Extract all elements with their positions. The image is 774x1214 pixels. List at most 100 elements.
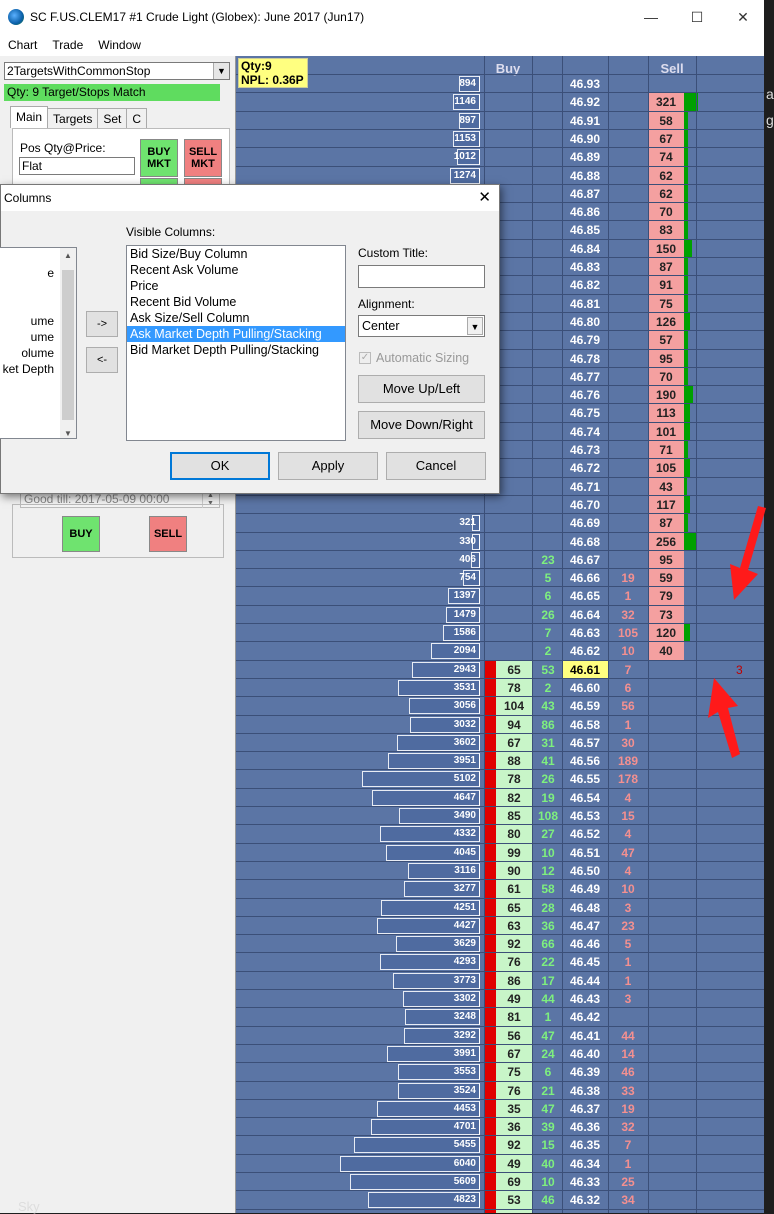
price-cell[interactable]: 46.36 — [562, 1118, 608, 1136]
price-cell[interactable]: 46.87 — [562, 185, 608, 203]
price-cell[interactable]: 46.37 — [562, 1100, 608, 1118]
sell-size-cell[interactable]: 79 — [648, 587, 684, 606]
ask-row[interactable]: 894 46.93 — [236, 74, 764, 92]
bid-row[interactable]: 4251 65 28 46.48 3 — [236, 897, 764, 917]
ask-row[interactable]: 1397 46.65 79 6 1 — [236, 586, 764, 606]
chevron-down-icon[interactable]: ▼ — [213, 63, 229, 79]
cancel-button[interactable]: Cancel — [386, 452, 486, 480]
buy-size-cell[interactable]: 92 — [496, 1136, 532, 1155]
price-cell[interactable]: 46.32 — [562, 1191, 608, 1209]
price-cell[interactable]: 46.43 — [562, 990, 608, 1008]
sell-size-cell[interactable]: 117 — [648, 495, 684, 514]
sell-size-cell[interactable]: 101 — [648, 422, 684, 441]
alignment-select[interactable]: Center ▼ — [358, 315, 485, 337]
price-cell[interactable]: 46.86 — [562, 203, 608, 221]
visible-column-item[interactable]: Bid Market Depth Pulling/Stacking — [127, 342, 345, 358]
buy-size-cell[interactable]: 67 — [496, 1044, 532, 1063]
sell-size-cell[interactable]: 150 — [648, 239, 684, 258]
buy-size-cell[interactable]: 35 — [496, 1099, 532, 1118]
sell-size-cell[interactable]: 70 — [648, 203, 684, 222]
buy-size-cell[interactable]: 86 — [496, 971, 532, 990]
buy-size-cell[interactable]: 90 — [496, 861, 532, 880]
chevron-down-icon[interactable]: ▼ — [60, 429, 76, 438]
visible-column-item[interactable]: Price — [127, 278, 345, 294]
buy-size-cell[interactable]: 104 — [496, 697, 532, 716]
sell-size-cell[interactable]: 190 — [648, 386, 684, 405]
buy-size-cell[interactable]: 53 — [496, 1191, 532, 1210]
price-cell[interactable]: 46.71 — [562, 478, 608, 496]
available-columns-list[interactable]: e ume ume olume ket Depth ▲ ▼ — [0, 247, 77, 439]
chevron-up-icon[interactable]: ▲ — [60, 248, 76, 264]
list-item[interactable]: ket Depth — [3, 362, 54, 376]
price-cell[interactable]: 46.92 — [562, 93, 608, 111]
bid-row[interactable]: 3524 76 21 46.38 33 — [236, 1080, 764, 1100]
buy-size-cell[interactable]: 56 — [496, 1026, 532, 1045]
sell-button[interactable]: SELL — [149, 516, 187, 552]
buy-size-cell[interactable]: 92 — [496, 935, 532, 954]
list-item[interactable]: olume — [21, 346, 54, 360]
ask-row[interactable]: 1479 46.64 73 26 32 — [236, 604, 764, 624]
sell-size-cell[interactable]: 91 — [648, 276, 684, 295]
bid-row[interactable]: 3490 85 108 46.53 15 — [236, 806, 764, 825]
sell-size-cell[interactable]: 67 — [648, 129, 684, 148]
price-cell[interactable]: 46.42 — [562, 1008, 608, 1026]
visible-column-item[interactable]: Recent Ask Volume — [127, 262, 345, 278]
tab-main[interactable]: Main — [10, 106, 49, 128]
sell-size-cell[interactable]: 43 — [648, 477, 684, 496]
price-cell[interactable]: 46.31 — [562, 1210, 608, 1213]
bid-row[interactable]: 3951 88 41 46.56 189 — [236, 751, 764, 771]
price-cell[interactable]: 46.66 — [562, 569, 608, 587]
price-cell[interactable]: 46.60 — [562, 679, 608, 697]
price-cell[interactable]: 46.78 — [562, 350, 608, 368]
price-cell[interactable]: 46.75 — [562, 404, 608, 422]
buy-size-cell[interactable]: 88 — [496, 752, 532, 771]
price-cell[interactable]: 46.83 — [562, 258, 608, 276]
bid-row[interactable]: 4045 99 10 46.51 47 — [236, 842, 764, 862]
bid-row[interactable]: 3277 61 58 46.49 10 — [236, 879, 764, 899]
add-column-button[interactable]: -> — [86, 311, 118, 337]
price-cell[interactable]: 46.40 — [562, 1045, 608, 1063]
sell-size-cell[interactable]: 321 — [648, 93, 684, 112]
buy-size-cell[interactable]: 85 — [496, 807, 532, 825]
price-cell[interactable]: 46.79 — [562, 331, 608, 349]
bid-row[interactable]: 3116 90 12 46.50 4 — [236, 860, 764, 880]
bid-row[interactable]: 5455 92 15 46.35 7 — [236, 1135, 764, 1155]
buy-size-cell[interactable]: 49 — [496, 990, 532, 1008]
buy-size-cell[interactable]: 63 — [496, 916, 532, 935]
bid-row[interactable]: 3773 86 17 46.44 1 — [236, 970, 764, 990]
price-cell[interactable]: 46.93 — [562, 75, 608, 93]
price-cell[interactable]: 46.67 — [562, 551, 608, 569]
price-cell[interactable]: 46.63 — [562, 624, 608, 642]
buy-size-cell[interactable]: 99 — [496, 843, 532, 862]
price-cell[interactable]: 46.57 — [562, 734, 608, 752]
sell-size-cell[interactable]: 70 — [648, 367, 684, 386]
price-cell[interactable]: 46.53 — [562, 807, 608, 825]
sell-size-cell[interactable]: 120 — [648, 624, 684, 642]
menu-trade[interactable]: Trade — [44, 38, 90, 52]
price-cell[interactable]: 46.89 — [562, 148, 608, 166]
buy-size-cell[interactable]: 36 — [496, 1209, 532, 1213]
bid-row[interactable]: 4701 36 39 46.36 32 — [236, 1117, 764, 1137]
price-cell[interactable]: 46.62 — [562, 642, 608, 660]
ask-row[interactable]: 1586 46.63 120 7 105 — [236, 623, 764, 642]
ask-row[interactable]: 2094 46.62 40 2 10 — [236, 641, 764, 661]
buy-size-cell[interactable]: 65 — [496, 898, 532, 917]
sell-size-cell[interactable]: 87 — [648, 258, 684, 276]
bid-row[interactable]: 4332 80 27 46.52 4 — [236, 824, 764, 844]
price-cell[interactable]: 46.81 — [562, 295, 608, 313]
bid-row[interactable]: 4427 63 36 46.47 23 — [236, 915, 764, 935]
bid-row[interactable]: 3531 78 2 46.60 6 — [236, 677, 764, 697]
visible-column-item[interactable]: Recent Bid Volume — [127, 294, 345, 310]
ask-row[interactable]: 1012 46.89 74 — [236, 147, 764, 167]
price-cell[interactable]: 46.68 — [562, 533, 608, 551]
bid-row[interactable]: 3248 81 1 46.42 — [236, 1007, 764, 1027]
price-cell[interactable]: 46.77 — [562, 368, 608, 386]
strategy-select[interactable]: 2TargetsWithCommonStop ▼ — [4, 62, 230, 80]
price-cell[interactable]: 46.45 — [562, 953, 608, 971]
sell-size-cell[interactable]: 71 — [648, 441, 684, 459]
move-down-button[interactable]: Move Down/Right — [358, 411, 485, 439]
price-cell[interactable]: 46.82 — [562, 276, 608, 294]
automatic-sizing-checkbox[interactable]: ✓ Automatic Sizing — [359, 351, 469, 365]
buy-size-cell[interactable]: 78 — [496, 678, 532, 697]
sell-size-cell[interactable]: 256 — [648, 532, 684, 551]
